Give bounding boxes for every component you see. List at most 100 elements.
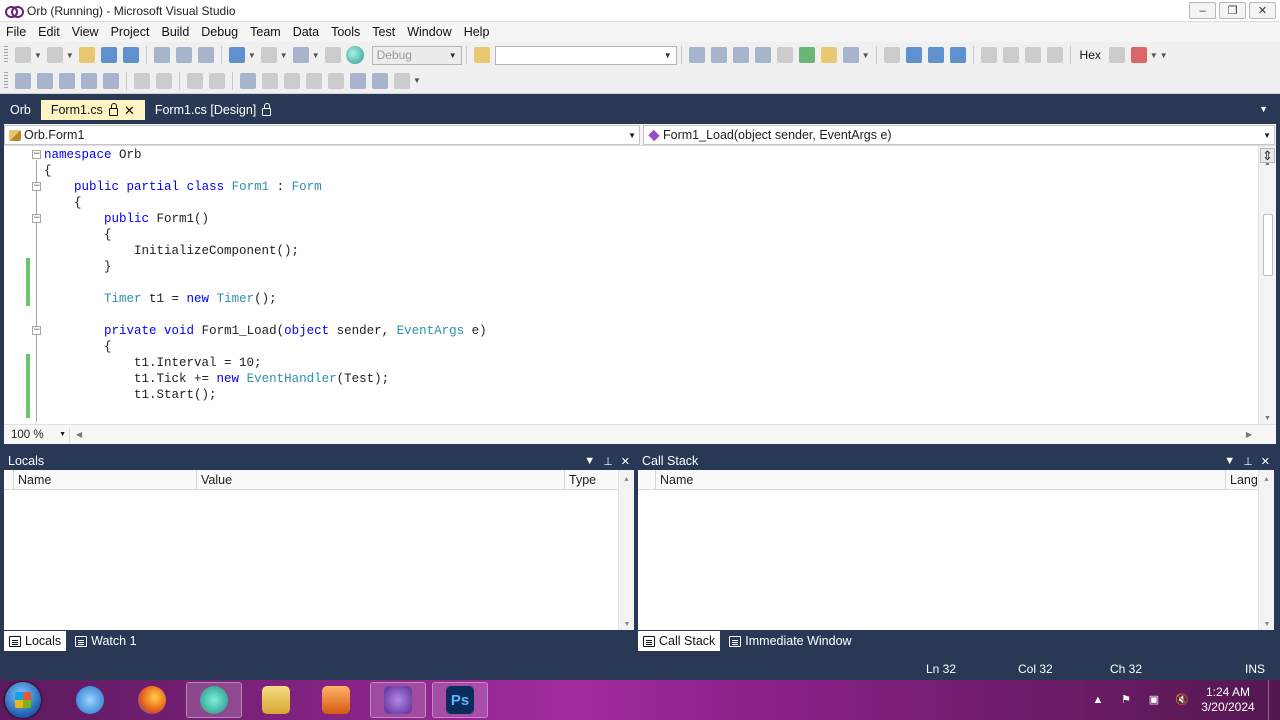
menu-help[interactable]: Help — [458, 25, 496, 39]
taskbar-file-explorer[interactable] — [248, 682, 304, 718]
taskbar-visual-studio[interactable] — [370, 682, 426, 718]
previous-bookmark-folder-icon[interactable] — [306, 72, 322, 89]
chevron-down-icon[interactable]: ▼ — [1150, 51, 1158, 60]
navigate-backward-icon[interactable] — [292, 47, 309, 63]
clock[interactable]: 1:24 AM 3/20/2024 — [1196, 685, 1260, 715]
network-icon[interactable]: ▣ — [1147, 694, 1161, 706]
start-page-icon[interactable] — [798, 47, 815, 63]
menu-window[interactable]: Window — [401, 25, 457, 39]
comment-lines-icon[interactable] — [187, 72, 203, 89]
parameter-info-icon[interactable] — [37, 72, 53, 89]
taskbar-firefox[interactable] — [124, 682, 180, 718]
chevron-down-icon[interactable]: ▼ — [248, 51, 256, 60]
menu-debug[interactable]: Debug — [195, 25, 244, 39]
word-completion-icon[interactable] — [81, 72, 97, 89]
chevron-down-icon[interactable]: ▼ — [862, 51, 870, 60]
chevron-down-icon[interactable]: ▼ — [59, 431, 66, 438]
minimize-button[interactable]: – — [1189, 2, 1216, 19]
pin-icon[interactable]: ⊥ — [1243, 455, 1253, 468]
new-project-icon[interactable] — [15, 47, 31, 63]
step-out-icon[interactable] — [1046, 47, 1063, 63]
close-icon[interactable]: ✕ — [621, 455, 630, 468]
column-name[interactable]: Name — [656, 470, 1226, 489]
undo-icon[interactable] — [228, 47, 245, 63]
show-next-statement-icon[interactable] — [980, 47, 997, 63]
column-lang[interactable]: Lang — [1226, 470, 1258, 489]
breakpoints-icon[interactable] — [1130, 47, 1147, 63]
vertical-scrollbar[interactable]: ▲ ▼ — [618, 470, 634, 630]
tools-icon[interactable] — [776, 47, 793, 63]
hex-display-button[interactable]: Hex — [1080, 48, 1101, 62]
show-desktop-button[interactable] — [1268, 680, 1280, 720]
locals-grid[interactable]: Name Value Type ▲ ▼ — [4, 470, 634, 630]
menu-view[interactable]: View — [66, 25, 105, 39]
menu-tools[interactable]: Tools — [325, 25, 366, 39]
collapse-icon[interactable]: − — [32, 214, 41, 223]
close-button[interactable]: ✕ — [1249, 2, 1276, 19]
scroll-left-icon[interactable]: ◀ — [76, 430, 82, 439]
show-threads-icon[interactable] — [1108, 47, 1125, 63]
toggle-bookmark-icon[interactable] — [240, 72, 256, 89]
toolbar-grip[interactable] — [4, 46, 8, 64]
object-browser-icon[interactable] — [732, 47, 749, 63]
restore-button[interactable]: ❐ — [1219, 2, 1246, 19]
solution-configuration-combo[interactable]: Debug ▼ — [371, 45, 462, 65]
taskbar-internet-explorer[interactable] — [62, 682, 118, 718]
previous-bookmark-icon[interactable] — [262, 72, 278, 89]
decrease-indent-icon[interactable] — [134, 72, 150, 89]
menu-team[interactable]: Team — [244, 25, 287, 39]
start-button[interactable] — [5, 682, 41, 718]
menu-test[interactable]: Test — [366, 25, 401, 39]
save-all-icon[interactable] — [122, 47, 139, 63]
display-word-icon[interactable] — [103, 72, 119, 89]
collapse-icon[interactable]: − — [32, 182, 41, 191]
chevron-down-icon[interactable]: ▼ — [66, 51, 74, 60]
tab-orb[interactable]: Orb — [0, 100, 41, 120]
chevron-down-icon[interactable]: ▼ — [280, 51, 288, 60]
vertical-scrollbar[interactable]: ▲ ▼ — [1258, 146, 1276, 424]
column-type[interactable]: Type — [565, 470, 618, 489]
next-bookmark-icon[interactable] — [284, 72, 300, 89]
scroll-down-icon[interactable]: ▼ — [619, 621, 635, 628]
tab-form1-cs[interactable]: Form1.cs ✕ — [40, 100, 145, 120]
continue-icon[interactable] — [883, 47, 900, 63]
chevron-down-icon[interactable]: ▼ — [312, 51, 320, 60]
action-center-flag-icon[interactable]: ⚑ — [1119, 694, 1133, 706]
next-bookmark-document-icon[interactable] — [372, 72, 388, 89]
next-bookmark-folder-icon[interactable] — [328, 72, 344, 89]
scroll-right-icon[interactable]: ▶ — [1246, 430, 1252, 439]
menu-file[interactable]: File — [0, 25, 32, 39]
active-files-dropdown-icon[interactable]: ▼ — [1259, 104, 1268, 114]
menu-build[interactable]: Build — [155, 25, 195, 39]
extension-manager-icon[interactable] — [820, 47, 837, 63]
clear-bookmarks-icon[interactable] — [394, 72, 410, 89]
collapse-icon[interactable]: − — [32, 326, 41, 335]
scroll-up-icon[interactable]: ▲ — [1259, 476, 1274, 483]
quick-info-icon[interactable] — [59, 72, 75, 89]
toolbar-options-icon[interactable]: ▼ — [413, 76, 421, 85]
volume-muted-icon[interactable]: 🔇 — [1175, 694, 1189, 706]
scroll-down-icon[interactable]: ▼ — [1264, 415, 1271, 422]
menu-data[interactable]: Data — [287, 25, 325, 39]
tab-locals[interactable]: Locals — [4, 631, 67, 651]
command-window-icon[interactable] — [842, 47, 859, 63]
split-window-icon[interactable]: ⇕ — [1260, 148, 1275, 163]
toolbox-icon[interactable] — [754, 47, 771, 63]
chevron-down-icon[interactable]: ▼ — [449, 51, 457, 60]
tab-form1-design[interactable]: Form1.cs [Design] — [145, 100, 281, 120]
scroll-up-icon[interactable]: ▲ — [619, 476, 634, 483]
types-combo[interactable]: Orb.Form1 ▼ — [4, 125, 640, 145]
chevron-down-icon[interactable]: ▼ — [34, 51, 42, 60]
window-position-icon[interactable]: ▼ — [1224, 455, 1235, 468]
tab-watch-1[interactable]: Watch 1 — [70, 631, 141, 651]
step-over-icon[interactable] — [1024, 47, 1041, 63]
cut-icon[interactable] — [153, 47, 170, 63]
code-area[interactable]: − − − − namespace Orb { public partial c… — [4, 146, 1258, 424]
navigate-forward-icon[interactable] — [324, 47, 341, 63]
call-stack-grid[interactable]: Name Lang ▲ ▼ — [638, 470, 1274, 630]
close-icon[interactable]: ✕ — [124, 104, 135, 117]
column-value[interactable]: Value — [197, 470, 565, 489]
solution-explorer-icon[interactable] — [688, 47, 705, 63]
vertical-scrollbar[interactable]: ▲ ▼ — [1258, 470, 1274, 630]
tab-immediate-window[interactable]: Immediate Window — [724, 631, 856, 651]
